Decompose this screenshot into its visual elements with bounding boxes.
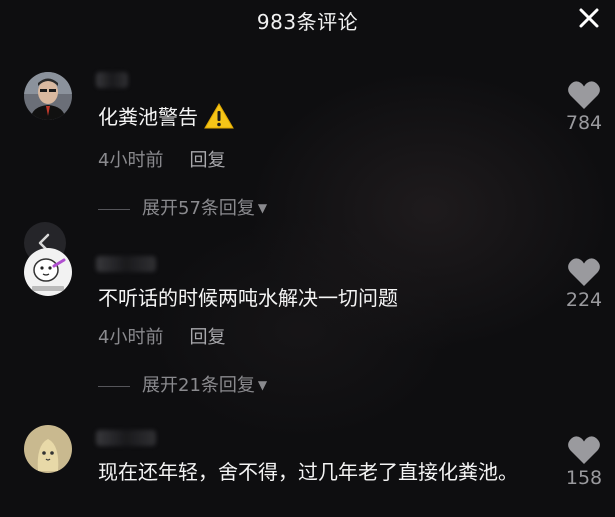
heart-icon <box>568 436 600 464</box>
like-button[interactable]: 158 <box>561 435 607 489</box>
avatar[interactable] <box>24 425 72 473</box>
comment-text: 现在还年轻，舍不得，过几年老了直接化粪池。 <box>98 460 518 484</box>
username-redacted <box>96 430 156 446</box>
like-count: 158 <box>565 467 603 489</box>
comment-item: 现在还年轻，舍不得，过几年老了直接化粪池。 158 <box>0 0 615 517</box>
user-photo <box>24 425 72 473</box>
